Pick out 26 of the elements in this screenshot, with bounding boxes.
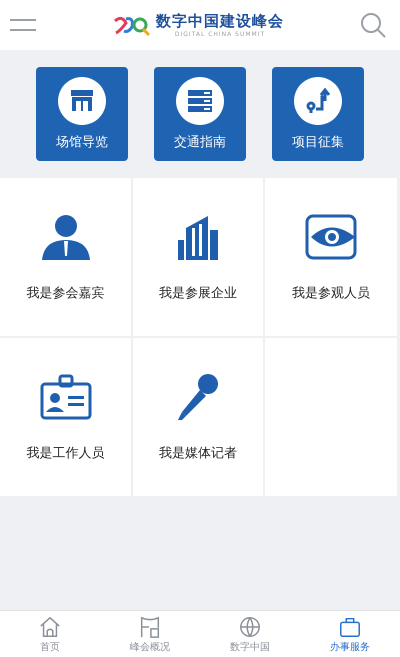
logo-title: 数字中国建设峰会	[156, 12, 284, 31]
role-label: 我是参展企业	[159, 285, 237, 302]
tab[interactable]: 峰会概况	[100, 611, 200, 657]
role-label: 我是工作人员	[26, 445, 104, 462]
role-label: 我是媒体记者	[159, 445, 237, 462]
tab[interactable]: 办事服务	[300, 611, 400, 657]
globe-icon	[238, 614, 262, 638]
role-card[interactable]: 我是媒体记者	[133, 338, 263, 496]
tab[interactable]: 首页	[0, 611, 100, 657]
role-card[interactable]: 我是参会嘉宾	[0, 178, 131, 336]
search-icon[interactable]	[360, 12, 386, 38]
menu-icon[interactable]	[10, 17, 36, 33]
role-card[interactable]: 我是工作人员	[0, 338, 131, 496]
quick-link-button[interactable]: 场馆导览	[36, 67, 128, 161]
role-label: 我是参会嘉宾	[26, 285, 104, 302]
role-card[interactable]: 我是参展企业	[133, 178, 263, 336]
route-icon	[294, 77, 342, 125]
tab[interactable]: 数字中国	[200, 611, 300, 657]
storefront-icon	[58, 77, 106, 125]
flag-document-icon	[138, 614, 162, 638]
server-stack-icon	[176, 77, 224, 125]
quick-link-button[interactable]: 项目征集	[272, 67, 364, 161]
role-label: 我是参观人员	[292, 285, 370, 302]
role-card[interactable]: 我是参观人员	[265, 178, 397, 336]
home-icon	[38, 614, 62, 638]
quick-link-button[interactable]: 交通指南	[154, 67, 246, 161]
